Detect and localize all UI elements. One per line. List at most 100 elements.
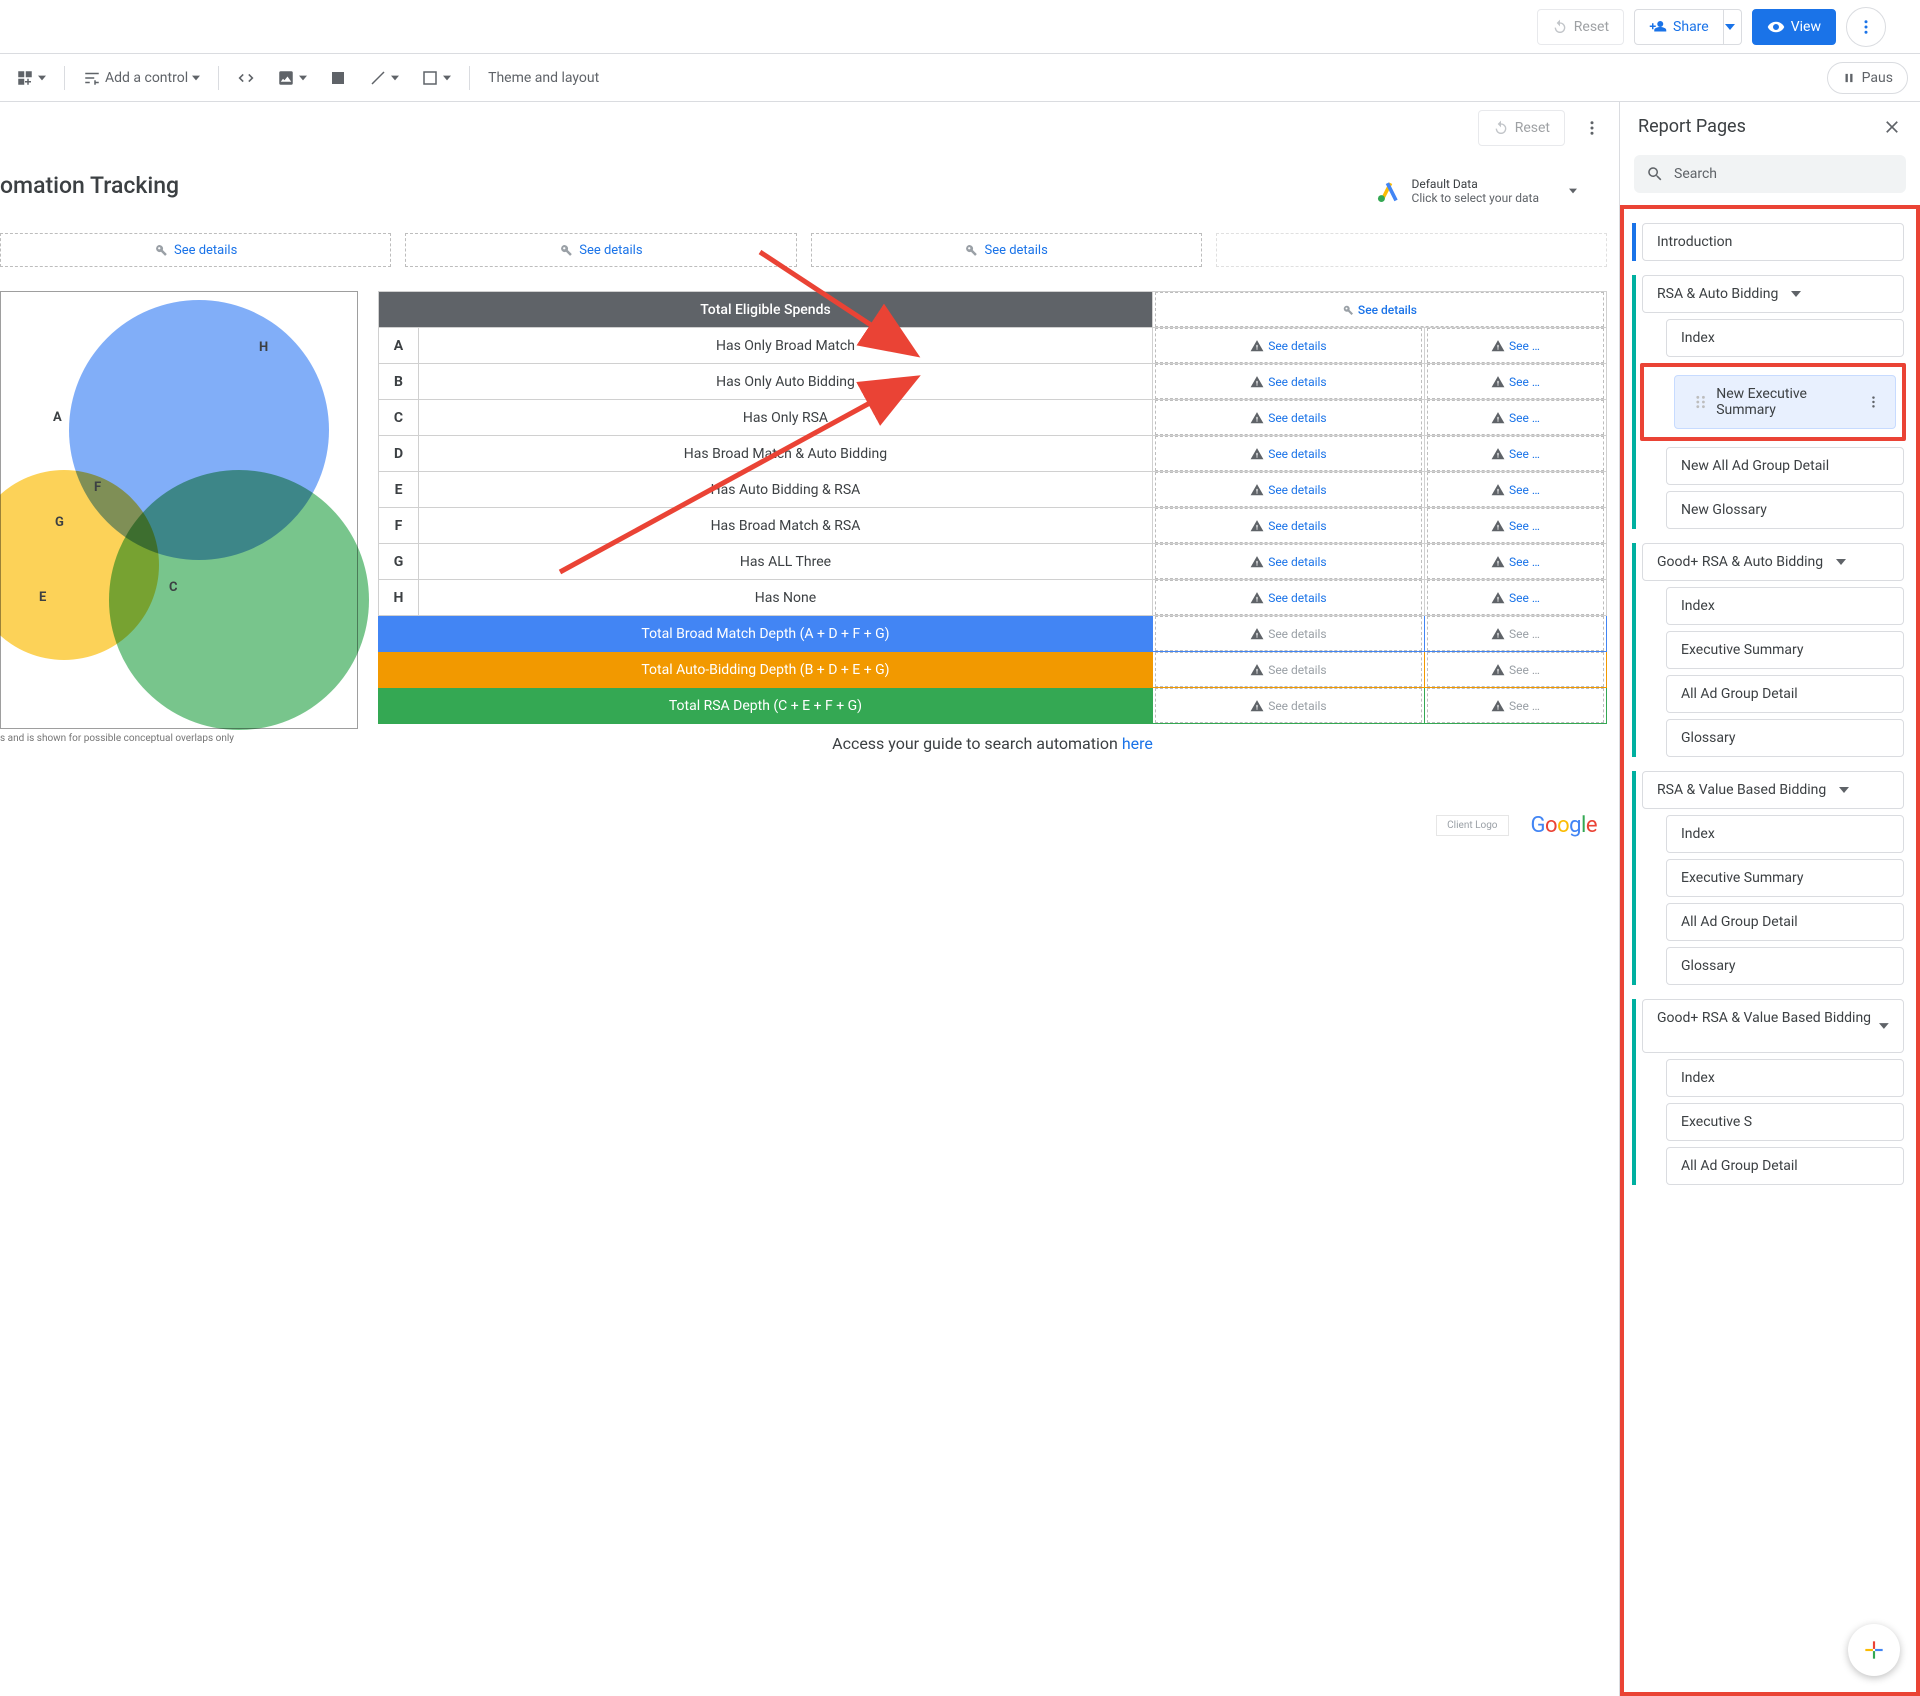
see-details-mini[interactable]: See … <box>1427 688 1604 723</box>
venn-label-a: A <box>53 410 62 425</box>
see-details-mini[interactable]: See … <box>1427 328 1604 363</box>
see-details-mini[interactable]: See details <box>1155 328 1422 363</box>
venn-label-c: C <box>169 580 178 595</box>
page-item[interactable]: New Glossary <box>1666 491 1904 529</box>
guide-link[interactable]: here <box>1122 734 1153 753</box>
table-title: Total Eligible Spends <box>379 292 1153 328</box>
row-label: Has Broad Match & Auto Bidding <box>419 436 1153 472</box>
add-control-label: Add a control <box>105 70 188 86</box>
see-details-chip[interactable]: See details <box>1155 292 1604 327</box>
view-button[interactable]: View <box>1752 9 1836 45</box>
see-details-mini[interactable]: See details <box>1155 436 1422 471</box>
table-row: B Has Only Auto Bidding See details See … <box>379 364 1607 400</box>
table-total-row: Total Auto-Bidding Depth (B + D + E + G)… <box>379 652 1607 688</box>
close-icon[interactable] <box>1882 117 1902 137</box>
page-item[interactable]: Glossary <box>1666 719 1904 757</box>
page-group-header[interactable]: Good+ RSA & Value Based Bidding <box>1642 999 1904 1053</box>
see-details-chip[interactable]: See details <box>405 233 796 267</box>
page-item[interactable]: All Ad Group Detail <box>1666 675 1904 713</box>
see-details-mini[interactable]: See … <box>1427 508 1604 543</box>
search-input[interactable]: Search <box>1634 155 1906 193</box>
row-label: Has Only Auto Bidding <box>419 364 1153 400</box>
page-item[interactable]: Index <box>1666 587 1904 625</box>
data-source-selector[interactable]: Default Data Click to select your data <box>1376 177 1577 205</box>
page-item[interactable]: New All Ad Group Detail <box>1666 447 1904 485</box>
see-details-mini[interactable]: See details <box>1155 508 1422 543</box>
see-details-mini[interactable]: See … <box>1427 400 1604 435</box>
page-item[interactable]: Executive Summary <box>1666 859 1904 897</box>
chip-label: See details <box>579 243 642 258</box>
chevron-down-icon <box>443 74 451 82</box>
chip-label: See details <box>174 243 237 258</box>
tool-line[interactable] <box>365 65 403 91</box>
see-details-mini[interactable]: See details <box>1155 688 1422 723</box>
venn-label-f: F <box>94 480 101 495</box>
page-item[interactable]: Executive Summary <box>1666 631 1904 669</box>
see-details-mini[interactable]: See … <box>1427 364 1604 399</box>
undo-icon <box>1552 19 1568 35</box>
row-key: A <box>379 328 419 364</box>
more-menu-button[interactable] <box>1846 7 1886 47</box>
see-details-mini[interactable]: See details <box>1155 472 1422 507</box>
theme-layout-button[interactable]: Theme and layout <box>484 66 603 90</box>
row-key: B <box>379 364 419 400</box>
wrench-icon <box>1342 304 1354 316</box>
page-item[interactable]: Index <box>1666 319 1904 357</box>
tool-image[interactable] <box>273 65 311 91</box>
guide-link-row: Access your guide to search automation h… <box>378 734 1607 753</box>
see-details-chip-empty[interactable]: . <box>1216 233 1607 267</box>
see-details-mini[interactable]: See details <box>1155 580 1422 615</box>
total-label: Total Auto-Bidding Depth (B + D + E + G) <box>379 652 1153 688</box>
inner-more-button[interactable] <box>1583 119 1601 137</box>
see-details-mini[interactable]: See details <box>1155 544 1422 579</box>
add-control-menu[interactable]: Add a control <box>79 65 204 91</box>
see-details-mini[interactable]: See … <box>1427 580 1604 615</box>
venn-label-e: E <box>39 590 46 605</box>
inner-reset-label: Reset <box>1515 120 1550 136</box>
see-details-mini[interactable]: See details <box>1155 616 1422 651</box>
tool-embed[interactable] <box>233 65 259 91</box>
table-row: F Has Broad Match & RSA See details See … <box>379 508 1607 544</box>
add-page-fab[interactable] <box>1848 1624 1900 1676</box>
see-details-mini[interactable]: See details <box>1155 400 1422 435</box>
share-dropdown[interactable] <box>1720 9 1742 45</box>
inner-reset-button[interactable]: Reset <box>1478 110 1565 146</box>
page-item[interactable]: Introduction <box>1642 223 1904 261</box>
search-icon <box>1646 165 1664 183</box>
see-details-mini[interactable]: See … <box>1427 616 1604 651</box>
pause-label: Paus <box>1862 70 1893 86</box>
tool-text[interactable] <box>325 65 351 91</box>
tool-add-chart[interactable] <box>12 65 50 91</box>
page-group-header[interactable]: RSA & Auto Bidding <box>1642 275 1904 313</box>
tool-shape[interactable] <box>417 65 455 91</box>
see-details-chip[interactable]: See details <box>0 233 391 267</box>
venn-label-h: H <box>259 340 268 355</box>
see-details-mini[interactable]: See … <box>1427 652 1604 687</box>
page-item-selected[interactable]: New Executive Summary <box>1674 375 1896 429</box>
see-details-mini[interactable]: See … <box>1427 436 1604 471</box>
see-details-mini[interactable]: See details <box>1155 652 1422 687</box>
see-details-mini[interactable]: See details <box>1155 364 1422 399</box>
more-vert-icon <box>1583 119 1601 137</box>
page-group-header[interactable]: Good+ RSA & Auto Bidding <box>1642 543 1904 581</box>
see-details-chip[interactable]: See details <box>811 233 1202 267</box>
page-item[interactable]: All Ad Group Detail <box>1666 903 1904 941</box>
see-details-mini[interactable]: See … <box>1427 544 1604 579</box>
share-button[interactable]: Share <box>1634 9 1724 45</box>
reset-button[interactable]: Reset <box>1537 9 1624 45</box>
table-row: H Has None See details See … <box>379 580 1607 616</box>
report-title: omation Tracking <box>0 172 179 199</box>
page-group-header[interactable]: RSA & Value Based Bidding <box>1642 771 1904 809</box>
page-item[interactable]: Index <box>1666 815 1904 853</box>
chip-label: See details <box>984 243 1047 258</box>
row-label: Has Auto Bidding & RSA <box>419 472 1153 508</box>
pause-updates-button[interactable]: Paus <box>1827 62 1908 94</box>
chevron-down-icon <box>1879 1021 1889 1031</box>
page-item[interactable]: All Ad Group Detail <box>1666 1147 1904 1185</box>
page-item[interactable]: Glossary <box>1666 947 1904 985</box>
drag-handle-icon[interactable] <box>1695 394 1706 410</box>
page-item[interactable]: Executive S <box>1666 1103 1904 1141</box>
page-item[interactable]: Index <box>1666 1059 1904 1097</box>
see-details-mini[interactable]: See … <box>1427 472 1604 507</box>
more-vert-icon[interactable] <box>1866 394 1881 410</box>
